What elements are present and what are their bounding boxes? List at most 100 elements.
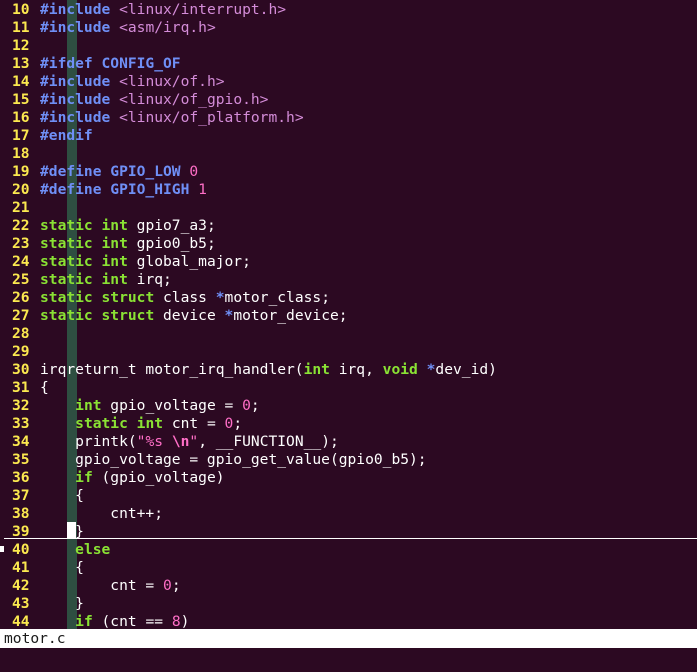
code-token: } xyxy=(40,595,84,612)
code-line[interactable]: 19 #define GPIO_LOW 0 xyxy=(0,163,697,181)
code-token: #include xyxy=(40,19,111,36)
code-token: <linux/of_gpio.h> xyxy=(119,91,269,108)
split-divider[interactable] xyxy=(4,538,697,539)
split-marker xyxy=(0,546,4,552)
code-line[interactable]: 12 xyxy=(0,37,697,55)
code-line[interactable]: 34 printk("%s \n", __FUNCTION__); xyxy=(0,433,697,451)
line-text: if (gpio_voltage) xyxy=(40,469,224,487)
code-line[interactable]: 14 #include <linux/of.h> xyxy=(0,73,697,91)
code-line[interactable]: 17 #endif xyxy=(0,127,697,145)
line-text: else xyxy=(40,541,110,559)
line-text: { xyxy=(40,487,84,505)
code-token: <linux/of_platform.h> xyxy=(119,109,304,126)
code-line[interactable]: 35 gpio_voltage = gpio_get_value(gpio0_b… xyxy=(0,451,697,469)
line-text: static struct device *motor_device; xyxy=(40,307,348,325)
line-text: #define GPIO_LOW 0 xyxy=(40,163,198,181)
line-number: 22 xyxy=(12,217,30,234)
code-line[interactable]: 40 else xyxy=(0,541,697,559)
code-line[interactable]: 24 static int global_major; xyxy=(0,253,697,271)
code-line[interactable]: 25 static int irq; xyxy=(0,271,697,289)
code-line[interactable]: 36 if (gpio_voltage) xyxy=(0,469,697,487)
line-number: 30 xyxy=(12,361,30,378)
code-token: static xyxy=(40,307,93,324)
code-token: <linux/of.h> xyxy=(119,73,225,90)
line-text: #include <asm/irq.h> xyxy=(40,19,216,37)
code-line[interactable]: 37 { xyxy=(0,487,697,505)
line-number: 14 xyxy=(12,73,30,90)
code-token: printk( xyxy=(40,433,137,450)
code-line[interactable]: 28 xyxy=(0,325,697,343)
line-number: 11 xyxy=(12,19,30,36)
code-token: 0 xyxy=(242,397,251,414)
code-token: cnt = xyxy=(163,415,225,432)
code-line[interactable]: 22 static int gpio7_a3; xyxy=(0,217,697,235)
code-line[interactable]: 18 xyxy=(0,145,697,163)
line-number: 37 xyxy=(12,487,30,504)
line-text: } xyxy=(40,595,84,613)
line-text: { xyxy=(40,379,49,397)
code-token: 1 xyxy=(198,181,207,198)
code-token: * xyxy=(224,307,234,324)
code-token: gpio0_b5; xyxy=(127,235,216,252)
line-text: gpio_voltage = gpio_get_value(gpio0_b5); xyxy=(40,451,426,469)
line-text: #include <linux/interrupt.h> xyxy=(40,1,286,19)
code-line[interactable]: 41 { xyxy=(0,559,697,577)
code-token: static xyxy=(40,289,93,306)
code-line[interactable]: 38 cnt++; xyxy=(0,505,697,523)
code-token: motor_device; xyxy=(233,307,348,324)
line-number: 18 xyxy=(12,145,30,162)
code-token: gpio7_a3; xyxy=(127,217,216,234)
code-line[interactable]: 43 } xyxy=(0,595,697,613)
code-token: cnt = xyxy=(40,577,164,594)
code-line[interactable]: 26 static struct class *motor_class; xyxy=(0,289,697,307)
line-number: 24 xyxy=(12,253,30,270)
code-editor[interactable]: 10 #include <linux/interrupt.h> 11 #include… xyxy=(0,0,697,672)
code-line[interactable]: 21 xyxy=(0,199,697,217)
code-line[interactable]: 42 cnt = 0; xyxy=(0,577,697,595)
line-text: printk("%s \n", __FUNCTION__); xyxy=(40,433,339,451)
line-text: #include <linux/of.h> xyxy=(40,73,225,91)
line-number: 16 xyxy=(12,109,30,126)
code-token: #include xyxy=(40,73,111,90)
command-line[interactable] xyxy=(0,648,697,672)
code-line[interactable]: 32 int gpio_voltage = 0; xyxy=(0,397,697,415)
code-token: <asm/irq.h> xyxy=(119,19,216,36)
code-line[interactable]: 27 static struct device *motor_device; xyxy=(0,307,697,325)
code-line[interactable]: 23 static int gpio0_b5; xyxy=(0,235,697,253)
code-token: { xyxy=(40,559,84,576)
code-token: #include xyxy=(40,1,111,18)
code-token: 0 xyxy=(163,577,172,594)
code-token: static xyxy=(75,415,128,432)
code-line[interactable]: 15 #include <linux/of_gpio.h> xyxy=(0,91,697,109)
code-line[interactable]: 13 #ifdef CONFIG_OF xyxy=(0,55,697,73)
code-token: (cnt == xyxy=(92,613,172,630)
code-token: struct xyxy=(101,307,155,324)
line-number: 33 xyxy=(12,415,30,432)
code-line[interactable]: 31 { xyxy=(0,379,697,397)
code-token: void xyxy=(382,361,418,378)
code-token: class xyxy=(154,289,216,306)
line-number: 31 xyxy=(12,379,30,396)
line-number: 15 xyxy=(12,91,30,108)
line-text: cnt = 0; xyxy=(40,577,180,595)
code-line[interactable]: 11 #include <asm/irq.h> xyxy=(0,19,697,37)
code-token: if xyxy=(75,613,93,630)
line-number: 13 xyxy=(12,55,30,72)
code-line[interactable]: 10 #include <linux/interrupt.h> xyxy=(0,1,697,19)
line-text: #ifdef CONFIG_OF xyxy=(40,55,181,73)
code-line[interactable]: 30 irqreturn_t motor_irq_handler(int irq,… xyxy=(0,361,697,379)
code-token: #ifdef CONFIG_OF xyxy=(40,55,181,72)
code-line[interactable]: 29 xyxy=(0,343,697,361)
line-text: int gpio_voltage = 0; xyxy=(40,397,260,415)
status-bar: motor.c xyxy=(0,629,697,648)
code-token: ; xyxy=(233,415,243,432)
code-line[interactable]: 16 #include <linux/of_platform.h> xyxy=(0,109,697,127)
code-line[interactable]: 20 #define GPIO_HIGH 1 xyxy=(0,181,697,199)
code-line[interactable]: 33 static int cnt = 0; xyxy=(0,415,697,433)
